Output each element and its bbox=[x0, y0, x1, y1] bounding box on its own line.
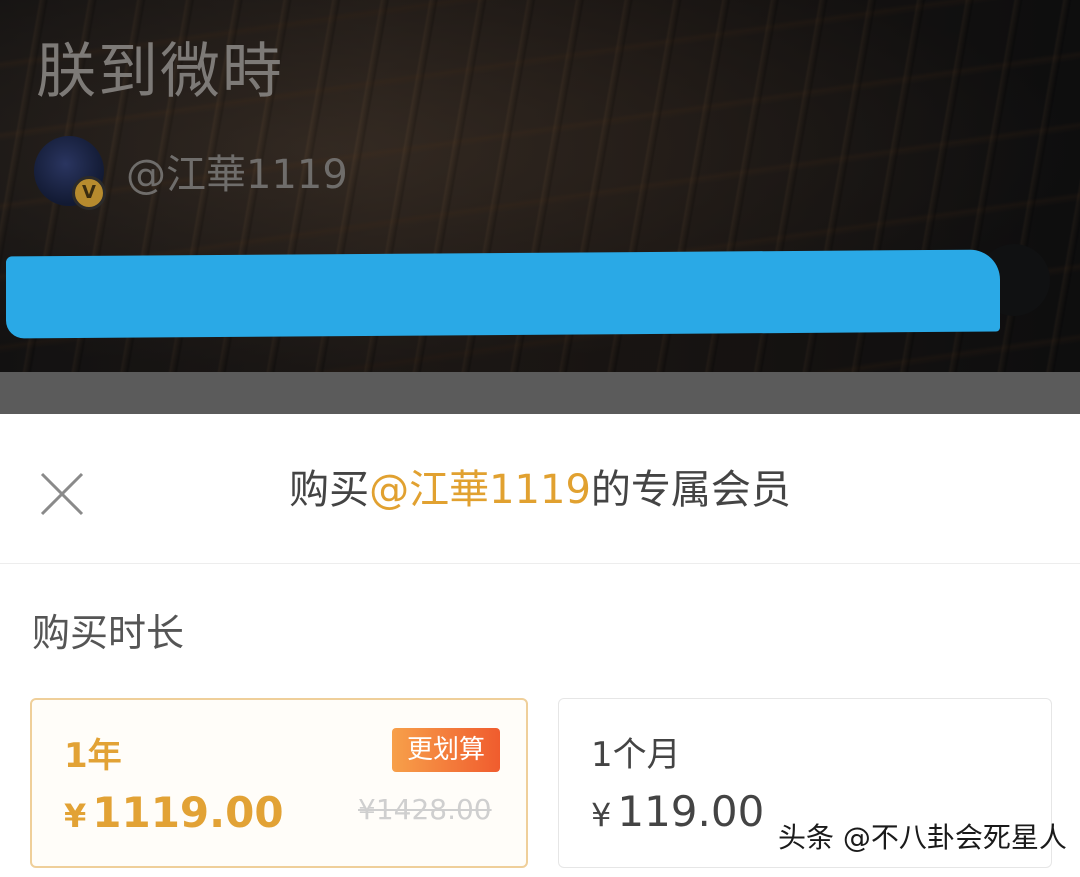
plan-price: ¥1119.00 bbox=[64, 786, 284, 843]
sheet-title-suffix: 的专属会员 bbox=[590, 467, 791, 513]
sheet-title-handle[interactable]: @江華1119 bbox=[369, 467, 591, 513]
author-row[interactable]: V @江華1119 bbox=[34, 136, 348, 210]
currency-symbol: ¥ bbox=[64, 797, 87, 835]
purchase-sheet: 购买@江華1119的专属会员 购买时长 1年 更划算 ¥1119.00 ¥142… bbox=[0, 414, 1080, 877]
sheet-header: 购买@江華1119的专属会员 bbox=[0, 414, 1080, 564]
redaction-bar bbox=[6, 249, 1000, 339]
avatar[interactable]: V bbox=[34, 136, 106, 210]
sheet-title-prefix: 购买 bbox=[289, 467, 370, 513]
dim-overlay-strip bbox=[0, 372, 1080, 414]
plan-card-1-year[interactable]: 1年 更划算 ¥1119.00 ¥1428.00 bbox=[30, 698, 528, 868]
plan-price-value: 1119.00 bbox=[92, 788, 284, 837]
plan-price-value: 119.00 bbox=[617, 787, 765, 836]
plan-name: 1年 bbox=[64, 736, 122, 776]
banner-title: 朕到微時 bbox=[36, 37, 284, 107]
plan-price: ¥119.00 bbox=[591, 785, 764, 842]
cover-banner: 朕到微時 V @江華1119 bbox=[0, 0, 1080, 372]
sheet-title: 购买@江華1119的专属会员 bbox=[0, 464, 1080, 516]
currency-symbol: ¥ bbox=[591, 796, 612, 834]
watermark: 头条 @不八卦会死星人 bbox=[778, 821, 1067, 854]
verified-badge-icon: V bbox=[72, 176, 106, 210]
original-price: ¥1428.00 bbox=[358, 793, 492, 826]
deal-badge: 更划算 bbox=[392, 728, 500, 772]
plan-name: 1个月 bbox=[591, 735, 681, 775]
duration-label: 购买时长 bbox=[32, 611, 185, 655]
author-handle[interactable]: @江華1119 bbox=[126, 142, 348, 200]
